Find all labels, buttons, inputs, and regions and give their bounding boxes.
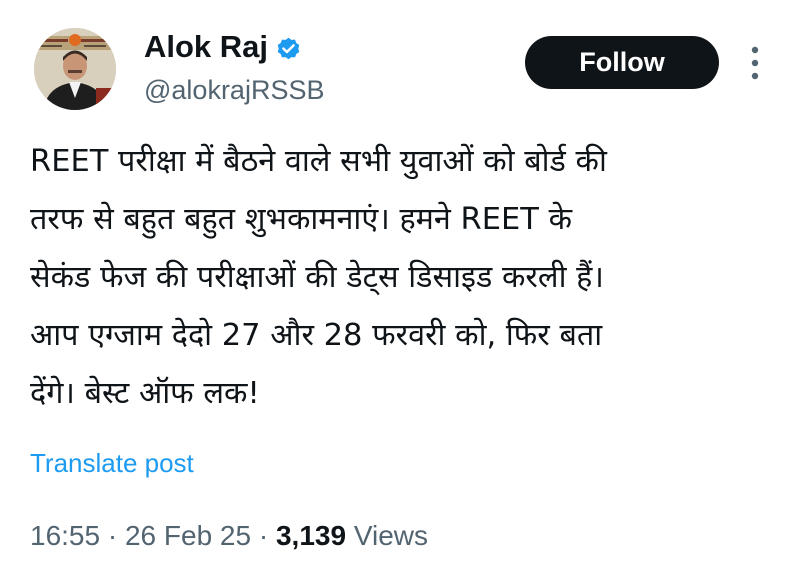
author-header: Alok Raj xyxy=(144,28,302,66)
avatar[interactable] xyxy=(34,28,116,110)
tweet-text: REET परीक्षा में बैठने वाले सभी युवाओं क… xyxy=(30,133,770,423)
tweet-line: तरफ से बहुत बहुत शुभकामनाएं। हमने REET क… xyxy=(30,202,572,237)
more-options-icon[interactable] xyxy=(746,44,764,82)
verified-badge-icon[interactable] xyxy=(275,34,302,61)
tweet-line: REET परीक्षा में बैठने वाले सभी युवाओं क… xyxy=(30,144,607,179)
translate-post-link[interactable]: Translate post xyxy=(30,446,194,480)
meta-separator: · xyxy=(107,520,118,551)
follow-button[interactable]: Follow xyxy=(525,36,719,89)
tweet-line: आप एग्जाम देदो 27 और 28 फरवरी को, फिर बत… xyxy=(30,318,603,353)
tweet-line: सेकंड फेज की परीक्षाओं की डेट्स डिसाइड क… xyxy=(30,260,604,295)
display-name[interactable]: Alok Raj xyxy=(144,28,268,66)
meta-separator: · xyxy=(258,520,269,551)
tweet-line: देंगे। बेस्ट ऑफ लक! xyxy=(30,376,260,411)
post-date[interactable]: 26 Feb 25 xyxy=(125,520,251,551)
tweet-meta: 16:55 · 26 Feb 25 · 3,139 Views xyxy=(30,518,428,554)
profile-photo xyxy=(34,28,116,110)
author-handle[interactable]: @alokrajRSSB xyxy=(144,73,324,107)
views-label: Views xyxy=(353,520,429,551)
views-count: 3,139 xyxy=(275,520,347,551)
post-time[interactable]: 16:55 xyxy=(30,520,100,551)
